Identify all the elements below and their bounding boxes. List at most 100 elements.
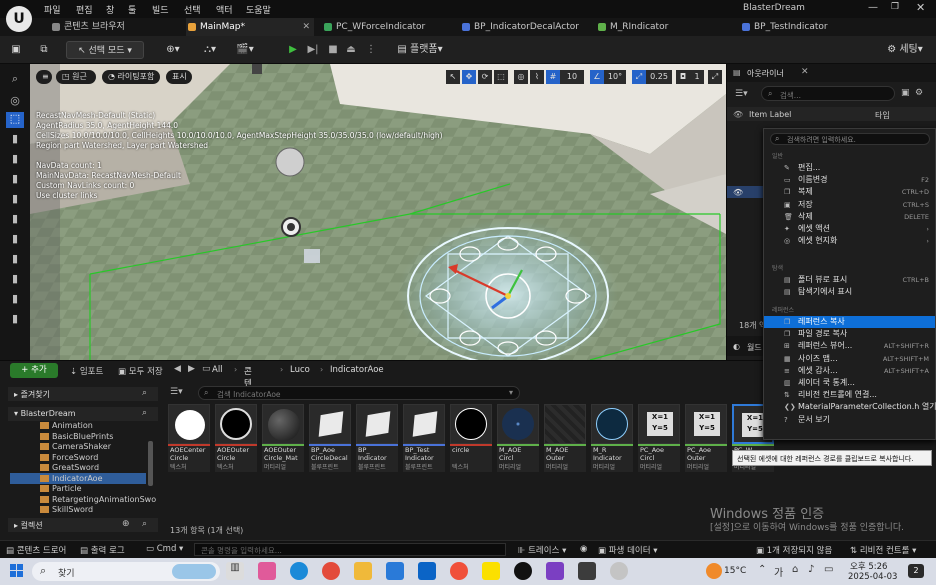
context-menu-item[interactable]: ▤ 폴더 뷰로 표시 CTRL+B bbox=[764, 274, 935, 286]
minimize-icon[interactable]: — bbox=[868, 2, 878, 13]
outlook-icon[interactable] bbox=[418, 562, 436, 580]
context-menu-item[interactable]: ▦ 사이즈 맵... ALT+SHIFT+M bbox=[764, 353, 935, 365]
explorer-icon[interactable] bbox=[354, 562, 372, 580]
asset-tile[interactable]: circle 텍스처 bbox=[450, 404, 492, 474]
context-menu-item[interactable]: ≡ 에셋 감사... ALT+SHIFT+A bbox=[764, 365, 935, 377]
tab-close-icon[interactable]: ✕ bbox=[302, 18, 310, 36]
menu-item-4[interactable]: 빌드 bbox=[152, 3, 169, 16]
filter-icon[interactable]: ☰▾ bbox=[735, 89, 748, 99]
scale-tool-icon[interactable]: ⬚ bbox=[494, 70, 508, 84]
import-button[interactable]: ⇣ 임포트 bbox=[70, 365, 103, 377]
search-icon[interactable]: ⌕ bbox=[6, 72, 24, 88]
chrome-icon[interactable] bbox=[322, 562, 340, 580]
kakaotalk-icon[interactable] bbox=[482, 562, 500, 580]
level-viewport[interactable]: ≡ ◳ 원근 ◔ 라이팅포함 표시 ↖ ✥ ⟳ ⬚ ◎ ⌇ # 10 ∠ 10°… bbox=[30, 64, 726, 360]
grid-snap-icon[interactable]: # bbox=[546, 70, 560, 84]
context-menu-item[interactable]: ▤ 탐색기에서 표시 bbox=[764, 286, 935, 298]
asset-tile[interactable]: BP_Aoe CircleDecal 블루프린트 bbox=[309, 404, 351, 474]
eject-icon[interactable]: ⏏ bbox=[344, 41, 358, 59]
menu-item-7[interactable]: 도움말 bbox=[246, 3, 271, 16]
record-icon[interactable]: ◉ bbox=[580, 544, 587, 554]
revision-control-button[interactable]: ⇅ 리비전 컨트롤 ▾ bbox=[850, 544, 916, 556]
add-actor-icon[interactable]: ⊕▾ bbox=[162, 41, 184, 59]
context-menu-item[interactable]: ✎ 편집... bbox=[764, 162, 935, 174]
asset-tile[interactable]: BP_ Indicator 블루프린트 bbox=[356, 404, 398, 474]
menu-item-6[interactable]: 액터 bbox=[216, 3, 233, 16]
save-all-button[interactable]: ▣ 모두 저장 bbox=[118, 365, 163, 377]
maximize-viewport-icon[interactable]: ⤢ bbox=[708, 70, 722, 84]
menu-item-5[interactable]: 선택 bbox=[184, 3, 201, 16]
edge-icon[interactable] bbox=[290, 562, 308, 580]
trace-button[interactable]: ⊪ 트레이스 ▾ bbox=[518, 544, 566, 556]
forward-icon[interactable]: ▶ bbox=[188, 364, 195, 374]
context-menu-item[interactable]: ▭ 이름변경 F2 bbox=[764, 174, 935, 186]
add-button[interactable]: + 추가 bbox=[10, 363, 58, 378]
brush-icon[interactable]: ▮ bbox=[6, 132, 24, 148]
project-search-icon[interactable]: ⌕ bbox=[142, 408, 147, 418]
cb-filter-icon[interactable]: ☰▾ bbox=[170, 387, 183, 397]
camera-icon[interactable]: ▮ bbox=[6, 292, 24, 308]
folder-item[interactable]: RetargetingAnimationSwo bbox=[40, 495, 156, 504]
asset-tile[interactable]: M_AOE Outer 머티리얼 bbox=[544, 404, 586, 474]
network-icon[interactable]: ⌂ bbox=[792, 564, 798, 575]
content-drawer-button[interactable]: ▤ 콘텐츠 드로어 bbox=[6, 544, 66, 556]
tab-1[interactable]: MainMap* ✕ bbox=[186, 18, 314, 36]
folder-item[interactable]: BasicBluePrints bbox=[40, 432, 113, 441]
context-menu-item[interactable]: ❐ 파일 경로 복사 bbox=[764, 328, 935, 340]
context-menu-item[interactable]: ❐ 레퍼런스 복사 bbox=[764, 316, 935, 328]
lights-icon[interactable]: ◎ bbox=[6, 94, 24, 110]
outliner-search-input[interactable]: ⌕ 검색... bbox=[761, 86, 895, 101]
play-options-icon[interactable]: ⋮ bbox=[364, 41, 378, 59]
asset-search-input[interactable]: ⌕ 검색 IndicatorAoe ▾ bbox=[198, 386, 520, 400]
scale-snap-value[interactable]: 0.25 bbox=[646, 70, 672, 84]
derived-data-button[interactable]: ▣ 파생 데이터 ▾ bbox=[598, 544, 658, 556]
tray-chevron-icon[interactable]: ⌃ bbox=[758, 564, 766, 575]
volume-icon[interactable]: ▮ bbox=[6, 272, 24, 288]
search-dropdown-icon[interactable]: ▾ bbox=[509, 388, 513, 397]
context-menu-item[interactable]: ◎ 에셋 현지화 › bbox=[764, 235, 935, 247]
grid-snap-value[interactable]: 10 bbox=[560, 70, 584, 84]
favorites-search-icon[interactable]: ⌕ bbox=[142, 388, 147, 398]
add-collection-icon[interactable]: ⊕ bbox=[122, 519, 130, 529]
selection-mode-icon[interactable]: ⬚ bbox=[6, 112, 24, 128]
context-menu-item[interactable]: 🗑 삭제 DELETE bbox=[764, 211, 935, 223]
animation-icon[interactable]: ▮ bbox=[6, 252, 24, 268]
surface-snap-icon[interactable]: ⌇ bbox=[530, 70, 544, 84]
asset-tile[interactable]: AOEOuter Circle_Mat 머티리얼 bbox=[262, 404, 304, 474]
taskbar-search[interactable]: ⌕ 찾기 bbox=[32, 562, 220, 581]
folder-item[interactable]: Animation bbox=[40, 421, 93, 430]
asset-tile[interactable]: M_R Indicator 머티리얼 bbox=[591, 404, 633, 474]
lit-button[interactable]: ◔ 라이팅포함 bbox=[102, 70, 160, 84]
camera-speed-value[interactable]: 1 bbox=[690, 70, 704, 84]
asset-tile[interactable]: X=1 Y=5 PC_Aoe Circl 머티리얼 bbox=[638, 404, 680, 474]
item-label-column[interactable]: Item Label bbox=[749, 110, 791, 119]
maximize-icon[interactable]: ❐ bbox=[891, 2, 899, 12]
folder-icon[interactable]: ▭ bbox=[202, 364, 211, 374]
menu-item-3[interactable]: 툴 bbox=[128, 3, 136, 16]
show-button[interactable]: 표시 bbox=[166, 70, 192, 84]
terminal-icon[interactable] bbox=[578, 562, 596, 580]
play-icon[interactable]: ▶ bbox=[286, 41, 300, 59]
context-menu-item[interactable]: ? 문서 보기 bbox=[764, 414, 935, 426]
context-menu-item[interactable]: ▥ 셰이더 쿡 통계... bbox=[764, 377, 935, 389]
fracture-icon[interactable]: ▮ bbox=[6, 212, 24, 228]
asset-tile[interactable]: X=1 Y=5 PC_Aoe Outer 머티리얼 bbox=[685, 404, 727, 474]
world-settings-tab[interactable]: 월드 bbox=[747, 342, 762, 353]
tab-2[interactable]: PC_WForceIndicator bbox=[322, 18, 462, 36]
cinematics-icon[interactable]: 🎬▾ bbox=[234, 41, 256, 59]
step-icon[interactable]: ▶| bbox=[306, 41, 320, 59]
folder-item[interactable]: CameraShaker bbox=[40, 442, 111, 451]
select-tool-icon[interactable]: ↖ bbox=[446, 70, 460, 84]
folder-item[interactable]: GreatSword bbox=[40, 463, 99, 472]
type-column[interactable]: 타입 bbox=[875, 110, 890, 121]
menu-item-1[interactable]: 편집 bbox=[76, 3, 93, 16]
platforms-button[interactable]: ▤ 플랫폼▾ bbox=[392, 41, 448, 59]
clock-time[interactable]: 오후 5:26 bbox=[850, 560, 887, 572]
store-icon[interactable] bbox=[386, 562, 404, 580]
viewport-menu-icon[interactable]: ≡ bbox=[36, 70, 52, 84]
task-view-icon[interactable]: ▥ bbox=[226, 562, 244, 580]
add-folder-icon[interactable]: ▣ bbox=[901, 88, 910, 98]
visibility-icon[interactable]: 👁 bbox=[733, 110, 743, 119]
outliner-settings-icon[interactable]: ⚙ bbox=[915, 88, 923, 98]
asset-tile[interactable]: BP_Test Indicator 블루프린트 bbox=[403, 404, 445, 474]
